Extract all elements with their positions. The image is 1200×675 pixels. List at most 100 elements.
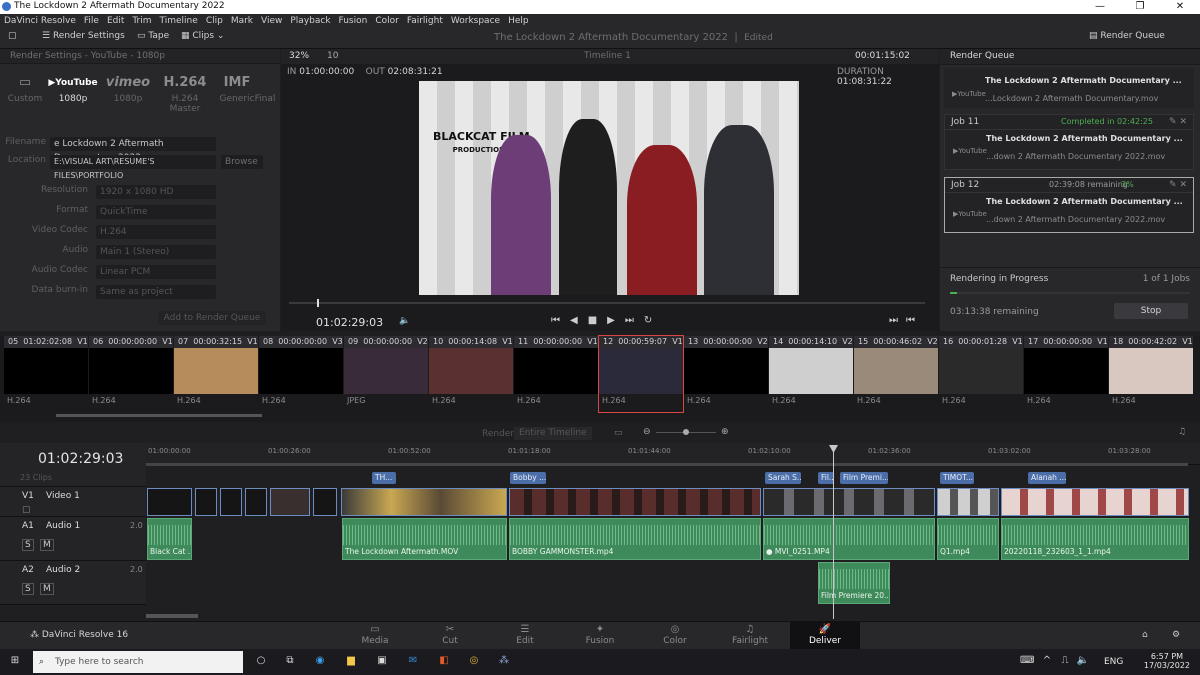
browse-button[interactable]: Browse [221,155,263,169]
audio-codec-select[interactable]: Linear PCM [96,265,216,279]
timeline-marker[interactable]: Fil... [818,472,834,484]
cortana-icon[interactable]: ○ [254,655,268,669]
timeline-select[interactable]: Timeline 1 [584,51,631,61]
clock[interactable]: 6:57 PM 17/03/2022 [1144,652,1190,670]
page-fusion[interactable]: ✦ Fusion [565,622,635,650]
clip-thumbnail[interactable]: 13 00:00:00:00 V2 H.264 [684,336,768,412]
timeline-playhead[interactable] [833,447,834,619]
timeline-marker[interactable]: Alanah ... [1028,472,1066,484]
preset-final[interactable]: Final [250,72,280,104]
menu-file[interactable]: File [84,16,99,26]
page-edit[interactable]: ☰ Edit [490,622,560,650]
zoom-out-icon[interactable]: ⊖ [643,427,651,437]
clip-thumbnail[interactable]: 17 00:00:00:00 V1 H.264 [1024,336,1108,412]
menu-davinci[interactable]: DaVinci Resolve [4,16,76,26]
clip-thumbnail[interactable]: 12 00:00:59:07 V1 H.264 [598,335,684,413]
viewer-scrubber[interactable] [289,302,925,304]
video-codec-select[interactable]: H.264 [96,225,216,239]
preset-custom[interactable]: ▭ Custom [0,72,50,104]
volume-tray-icon[interactable]: 🔈 [1076,655,1090,669]
home-icon[interactable]: ⌂ [1142,630,1148,640]
clip-thumbnail[interactable]: 07 00:00:32:15 V1 H.264 [174,336,258,412]
audio-clip[interactable]: 20220118_232603_1_1.mp4 [1001,518,1189,560]
menu-trim[interactable]: Trim [132,16,151,26]
clip-thumbnail[interactable]: 06 00:00:00:00 V1 H.264 [89,336,173,412]
location-input[interactable]: E:\VISUAL ART\RESUME'S FILES\PORTFOLIO [50,155,216,180]
file-explorer-icon[interactable]: ▆ [344,655,358,669]
menu-edit[interactable]: Edit [107,16,124,26]
job-12-edit-icon[interactable]: ✎ ✕ [1169,178,1187,192]
menu-fusion[interactable]: Fusion [339,16,368,26]
go-to-start-icon[interactable]: ⏮ [551,315,570,326]
menu-playback[interactable]: Playback [290,16,330,26]
network-icon[interactable]: ⎍ [1058,655,1072,669]
timeline-ruler[interactable]: 01:00:00:00 01:00:26:00 01:00:52:00 01:01:1… [146,443,1200,465]
zoom-slider-handle[interactable] [683,429,689,435]
menu-help[interactable]: Help [508,16,529,26]
audio-clip[interactable]: Film Premiere 20... [818,562,890,604]
clips-button[interactable]: ▦ Clips ⌄ [181,31,224,41]
timeline-marker[interactable]: Sarah S... [765,472,801,484]
a2-solo-button[interactable]: S [22,583,34,595]
stop-icon[interactable]: ■ [588,315,607,326]
resolution-select[interactable]: 1920 x 1080 HD [96,185,216,199]
volume-icon[interactable]: 🔈 [399,316,410,326]
render-job-11[interactable]: Job 11 Completed in 02:42:25 ✎ ✕ The Lockd… [944,114,1194,170]
edge-browser-icon[interactable]: ◉ [313,655,327,669]
task-view-icon[interactable]: ⧉ [283,655,297,669]
timeline-marker[interactable]: Film Premi... [840,472,888,484]
page-color[interactable]: ◎ Color [640,622,710,650]
menu-mark[interactable]: Mark [231,16,253,26]
menu-timeline[interactable]: Timeline [160,16,198,26]
clip-thumbnail[interactable]: 15 00:00:46:02 V2 H.264 [854,336,938,412]
timeline-view-icon[interactable]: ▭ [614,428,623,438]
a2-mute-button[interactable]: M [40,583,54,595]
stop-render-button[interactable]: Stop [1114,303,1188,319]
data-burnin-select[interactable]: Same as project [96,285,216,299]
loop-icon[interactable]: ↻ [644,315,662,326]
language-indicator[interactable]: ENG [1104,657,1123,667]
render-settings-button[interactable]: ☰ Render Settings [42,31,125,41]
clip-thumbnail[interactable]: 14 00:00:14:10 V2 H.264 [769,336,853,412]
video-clip[interactable] [341,488,507,516]
render-job-12[interactable]: Job 12 02:39:08 remaining 3% ✎ ✕ The Lockdo… [944,177,1194,233]
format-select[interactable]: QuickTime [96,205,216,219]
audio-clip[interactable]: ● MVI_0251.MP4 [763,518,935,560]
add-to-render-queue-button[interactable]: Add to Render Queue [158,311,266,325]
windows-start-icon[interactable]: ⊞ [8,655,22,669]
prev-edit-icon[interactable]: ⏮ [906,315,923,326]
go-to-end-icon[interactable]: ⏭ [625,315,644,326]
job-11-edit-icon[interactable]: ✎ ✕ [1169,115,1187,129]
page-media[interactable]: ▭ Media [340,622,410,650]
mail-icon[interactable]: ✉ [406,655,420,669]
a1-mute-button[interactable]: M [40,539,54,551]
clip-thumbnail[interactable]: 16 00:00:01:28 V1 H.264 [939,336,1023,412]
tape-button[interactable]: ▭ Tape [137,31,169,41]
audio-meter-icon[interactable]: ♫ [1178,427,1186,437]
track-lock-icon[interactable]: ▢ [22,505,31,515]
step-back-icon[interactable]: ◀ [570,315,588,326]
video-clip[interactable] [245,488,267,516]
close-window-button[interactable]: ✕ [1160,0,1200,14]
render-queue-button[interactable]: ▤ Render Queue [1089,31,1165,41]
video-clip[interactable] [509,488,761,516]
audio-select[interactable]: Main 1 (Stereo) [96,245,216,259]
clip-thumbnail[interactable]: 18 00:00:42:02 V1 H.264 [1109,336,1193,412]
scrubber-playhead[interactable] [317,299,319,307]
menu-view[interactable]: View [261,16,282,26]
menu-workspace[interactable]: Workspace [451,16,500,26]
davinci-taskbar-icon[interactable]: ⁂ [497,655,511,669]
menu-clip[interactable]: Clip [206,16,223,26]
clip-thumbnail[interactable]: 05 01:02:02:08 V1 H.264 [4,336,88,412]
clip-thumbnail[interactable]: 10 00:00:14:08 V1 H.264 [429,336,513,412]
render-job-previous[interactable]: The Lockdown 2 Aftermath Documentary ...… [944,68,1194,108]
timeline-marker[interactable]: TH... [372,472,396,484]
maximize-button[interactable]: ❐ [1120,0,1160,14]
menu-fairlight[interactable]: Fairlight [407,16,443,26]
chrome-icon[interactable]: ◎ [467,655,481,669]
audio-clip[interactable]: Q1.mp4 [937,518,999,560]
taskbar-search-input[interactable]: ⌕ Type here to search [33,651,243,673]
page-deliver[interactable]: 🚀 Deliver [790,622,860,650]
toggle-panel-icon[interactable]: ▢ [8,31,17,41]
audio-clip[interactable]: BOBBY GAMMONSTER.mp4 [509,518,761,560]
